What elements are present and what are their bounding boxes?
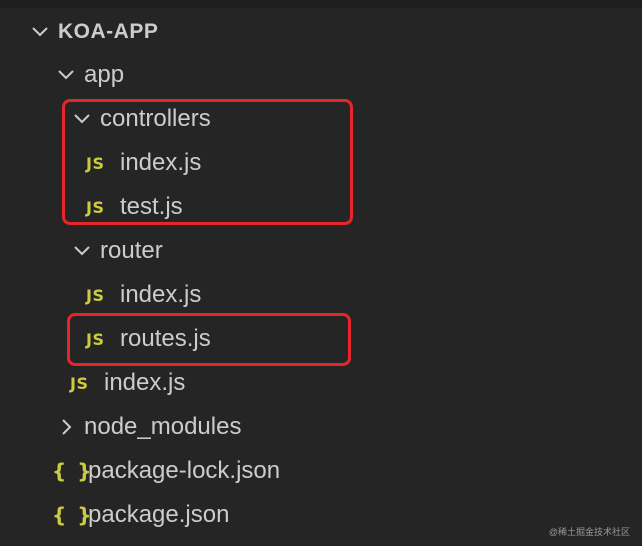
js-file-icon: JS: [70, 373, 89, 393]
tree-item-app-folder[interactable]: app: [0, 53, 642, 97]
tree-item-label: package-lock.json: [88, 457, 281, 484]
chevron-down-icon: [30, 20, 50, 44]
explorer-root-folder[interactable]: KOA-APP: [0, 10, 642, 54]
tree-item-label: node_modules: [84, 413, 242, 440]
tree-item-label: app: [84, 61, 125, 88]
json-file-icon: { }: [52, 459, 94, 483]
file-explorer-tree: KOA-APP app controllers JS index.js JS t…: [0, 0, 642, 546]
chevron-down-icon: [56, 63, 76, 87]
json-file-icon: { }: [52, 503, 94, 527]
tree-item-router-folder[interactable]: router: [0, 229, 642, 273]
tree-item-app-index-js[interactable]: JS index.js: [0, 361, 642, 405]
tree-item-package-lock-json[interactable]: { } package-lock.json: [0, 449, 642, 493]
tree-item-router-index-js[interactable]: JS index.js: [0, 273, 642, 317]
chevron-down-icon: [72, 239, 92, 263]
js-file-icon: JS: [86, 285, 105, 305]
tree-item-label: index.js: [120, 281, 202, 308]
tree-item-label: router: [100, 237, 163, 264]
highlight-box-controllers: [62, 99, 353, 225]
tree-item-package-json[interactable]: { } package.json: [0, 493, 642, 537]
explorer-root-label: KOA-APP: [58, 20, 159, 43]
tree-item-node-modules-folder[interactable]: node_modules: [0, 405, 642, 449]
chevron-right-icon: [56, 415, 76, 439]
highlight-box-routes-js: [67, 313, 351, 366]
tree-item-label: package.json: [88, 501, 230, 528]
watermark: @稀土掘金技术社区: [548, 527, 630, 537]
tree-item-label: index.js: [104, 369, 186, 396]
